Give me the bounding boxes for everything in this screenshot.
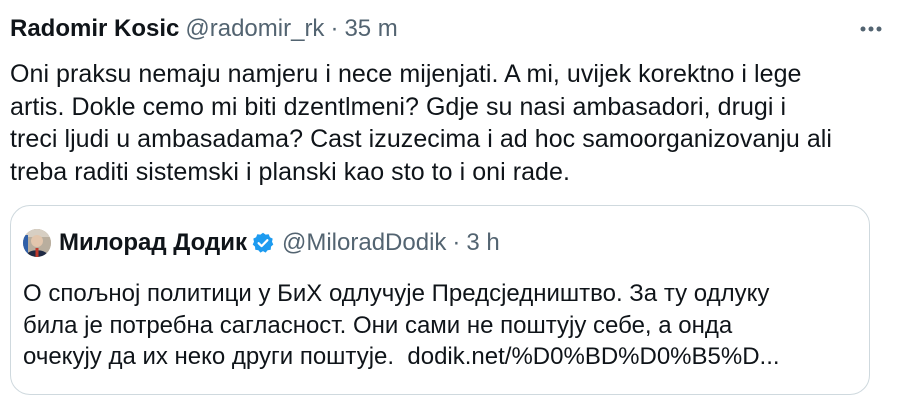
- quoted-header-separator: ·: [452, 229, 461, 256]
- quoted-tweet-header: Милорад Додик @MiloradDodik · 3 h: [23, 228, 855, 258]
- views-button[interactable]: [550, 408, 580, 420]
- tweet-action-bar: [10, 408, 870, 420]
- quoted-author-name[interactable]: Милорад Додик: [59, 229, 247, 257]
- more-dots-icon: [860, 26, 882, 32]
- quoted-tweet-card[interactable]: Милорад Додик @MiloradDodik · 3 h О спољ…: [10, 205, 870, 395]
- retweet-button[interactable]: [190, 408, 220, 420]
- like-button[interactable]: [370, 408, 400, 420]
- author-name[interactable]: Radomir Kosic: [10, 14, 179, 44]
- tweet-text-line: treba raditi sistemski i planski kao sto…: [10, 157, 570, 186]
- quoted-text-line: очекују да их неко други поштује.: [23, 343, 395, 370]
- tweet-timestamp[interactable]: 35 m: [344, 14, 397, 44]
- quoted-text-line-with-link: очекују да их неко други поштује. dodik.…: [23, 341, 863, 373]
- quoted-text-line: О спољној политици у БиХ одлучује Предсј…: [23, 280, 770, 307]
- quoted-author-handle[interactable]: @MiloradDodik: [282, 229, 446, 257]
- quoted-tweet-text: О спољној политици у БиХ одлучује Предсј…: [23, 278, 863, 373]
- tweet-text-line: treci ljudi u ambasadama? Cast izuzecima…: [10, 125, 833, 153]
- tweet-header: Radomir Kosic @radomir_rk · 35 m: [10, 14, 886, 44]
- quoted-text-line: била је потребна сагласност. Они сами не…: [23, 311, 733, 339]
- tweet-text-line: artis. Dokle cemo mi biti dzentlmeni? Gd…: [10, 92, 787, 121]
- external-link[interactable]: dodik.net/%D0%BD%D0%B5%D...: [407, 343, 779, 370]
- more-options-button[interactable]: [856, 16, 886, 42]
- verified-badge-icon: [252, 232, 274, 253]
- avatar[interactable]: [23, 229, 51, 257]
- reply-button[interactable]: [10, 408, 40, 420]
- quoted-tweet-timestamp[interactable]: 3 h: [466, 229, 499, 257]
- header-separator: ·: [330, 15, 339, 42]
- tweet-text-line: Oni praksu nemaju namjeru i nece mijenja…: [10, 60, 802, 88]
- avatar-image: [23, 229, 51, 257]
- tweet-text: Oni praksu nemaju namjeru i nece mijenja…: [10, 58, 880, 188]
- author-handle[interactable]: @radomir_rk: [185, 14, 324, 44]
